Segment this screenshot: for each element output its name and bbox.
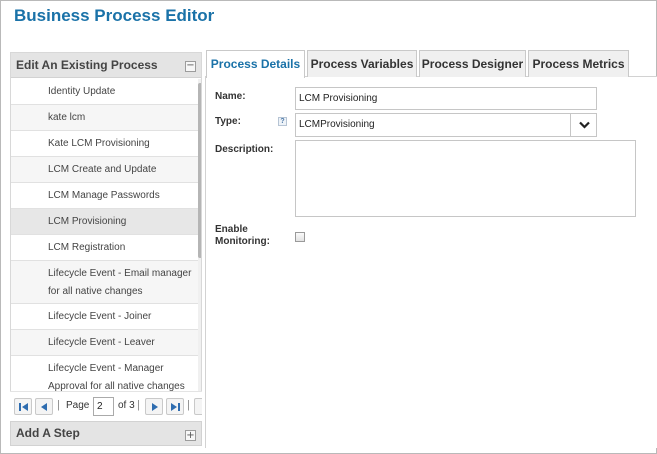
edit-existing-process-header: Edit An Existing Process − bbox=[11, 53, 201, 78]
process-item-label: LCM Registration bbox=[48, 242, 126, 253]
process-item-label: LCM Create and Update bbox=[48, 164, 157, 175]
collapse-icon[interactable]: − bbox=[185, 61, 196, 72]
last-page-button[interactable] bbox=[166, 398, 184, 415]
name-field[interactable]: LCM Provisioning bbox=[295, 87, 597, 110]
pager: | Page of 3 | | bbox=[10, 391, 202, 421]
process-list-item[interactable]: LCM Manage Passwords bbox=[11, 183, 198, 209]
process-item-label: LCM Provisioning bbox=[48, 216, 127, 227]
type-select[interactable]: LCMProvisioning bbox=[295, 113, 597, 137]
pager-separator: | bbox=[137, 399, 140, 411]
vertical-scrollbar-thumb[interactable] bbox=[198, 83, 201, 258]
first-page-icon bbox=[19, 403, 28, 411]
panel-header-title: Edit An Existing Process bbox=[16, 58, 158, 72]
page-count-label: of 3 bbox=[118, 400, 135, 411]
process-item-label: Lifecycle Event - Email manager for all … bbox=[48, 268, 192, 297]
description-textarea[interactable] bbox=[295, 140, 636, 217]
first-page-button[interactable] bbox=[14, 398, 32, 415]
process-item-label: Kate LCM Provisioning bbox=[48, 138, 150, 149]
edit-existing-process-panel: Edit An Existing Process − Identity Upda… bbox=[10, 52, 202, 446]
add-step-title: Add A Step bbox=[16, 426, 80, 440]
process-item-label: Lifecycle Event - Leaver bbox=[48, 337, 155, 348]
previous-page-button[interactable] bbox=[35, 398, 53, 415]
process-list-item[interactable]: Lifecycle Event - Joiner bbox=[11, 304, 198, 330]
pager-separator: | bbox=[57, 399, 60, 411]
process-item-label: Lifecycle Event - Joiner bbox=[48, 311, 152, 322]
refresh-button[interactable] bbox=[194, 398, 202, 415]
tab-process-metrics[interactable]: Process Metrics bbox=[528, 50, 629, 77]
process-list-item[interactable]: Lifecycle Event - Email manager for all … bbox=[11, 261, 198, 304]
expand-icon[interactable]: + bbox=[185, 430, 196, 441]
enable-monitoring-label-line1: Enable bbox=[215, 224, 248, 235]
enable-monitoring-checkbox[interactable] bbox=[295, 232, 305, 242]
page-number-input[interactable] bbox=[93, 397, 114, 416]
description-label: Description: bbox=[215, 144, 274, 155]
help-icon[interactable]: ? bbox=[278, 117, 287, 126]
type-dropdown-button[interactable] bbox=[570, 114, 596, 136]
enable-monitoring-label-line2: Monitoring: bbox=[215, 236, 270, 247]
process-item-label: LCM Manage Passwords bbox=[48, 190, 160, 201]
process-list-item[interactable]: kate lcm bbox=[11, 105, 198, 131]
name-label: Name: bbox=[215, 91, 246, 102]
type-label: Type: bbox=[215, 116, 241, 127]
process-item-label: kate lcm bbox=[48, 112, 86, 123]
page-title: Business Process Editor bbox=[14, 6, 215, 25]
add-step-panel-header: Add A Step + bbox=[10, 421, 202, 446]
next-page-button[interactable] bbox=[145, 398, 163, 415]
last-page-icon bbox=[171, 403, 180, 411]
process-list-item[interactable]: LCM Create and Update bbox=[11, 157, 198, 183]
type-selected-value: LCMProvisioning bbox=[299, 119, 375, 130]
process-list-item[interactable]: Identity Update bbox=[11, 79, 198, 105]
vertical-scrollbar[interactable] bbox=[198, 79, 201, 433]
process-list-item-selected[interactable]: LCM Provisioning bbox=[11, 209, 198, 235]
chevron-down-icon bbox=[579, 121, 590, 129]
process-list-item[interactable]: Lifecycle Event - Leaver bbox=[11, 330, 198, 356]
tab-process-details[interactable]: Process Details bbox=[206, 50, 305, 78]
tab-process-designer[interactable]: Process Designer bbox=[419, 50, 526, 77]
tab-process-variables[interactable]: Process Variables bbox=[307, 50, 417, 77]
process-item-label: Identity Update bbox=[48, 86, 116, 97]
next-page-icon bbox=[152, 403, 158, 411]
process-list-item[interactable]: LCM Registration bbox=[11, 235, 198, 261]
pager-separator: | bbox=[187, 399, 190, 411]
process-list-item[interactable]: Kate LCM Provisioning bbox=[11, 131, 198, 157]
process-list: Identity Update kate lcm Kate LCM Provis… bbox=[11, 79, 198, 433]
previous-page-icon bbox=[41, 403, 47, 411]
page-label: Page bbox=[66, 400, 90, 411]
